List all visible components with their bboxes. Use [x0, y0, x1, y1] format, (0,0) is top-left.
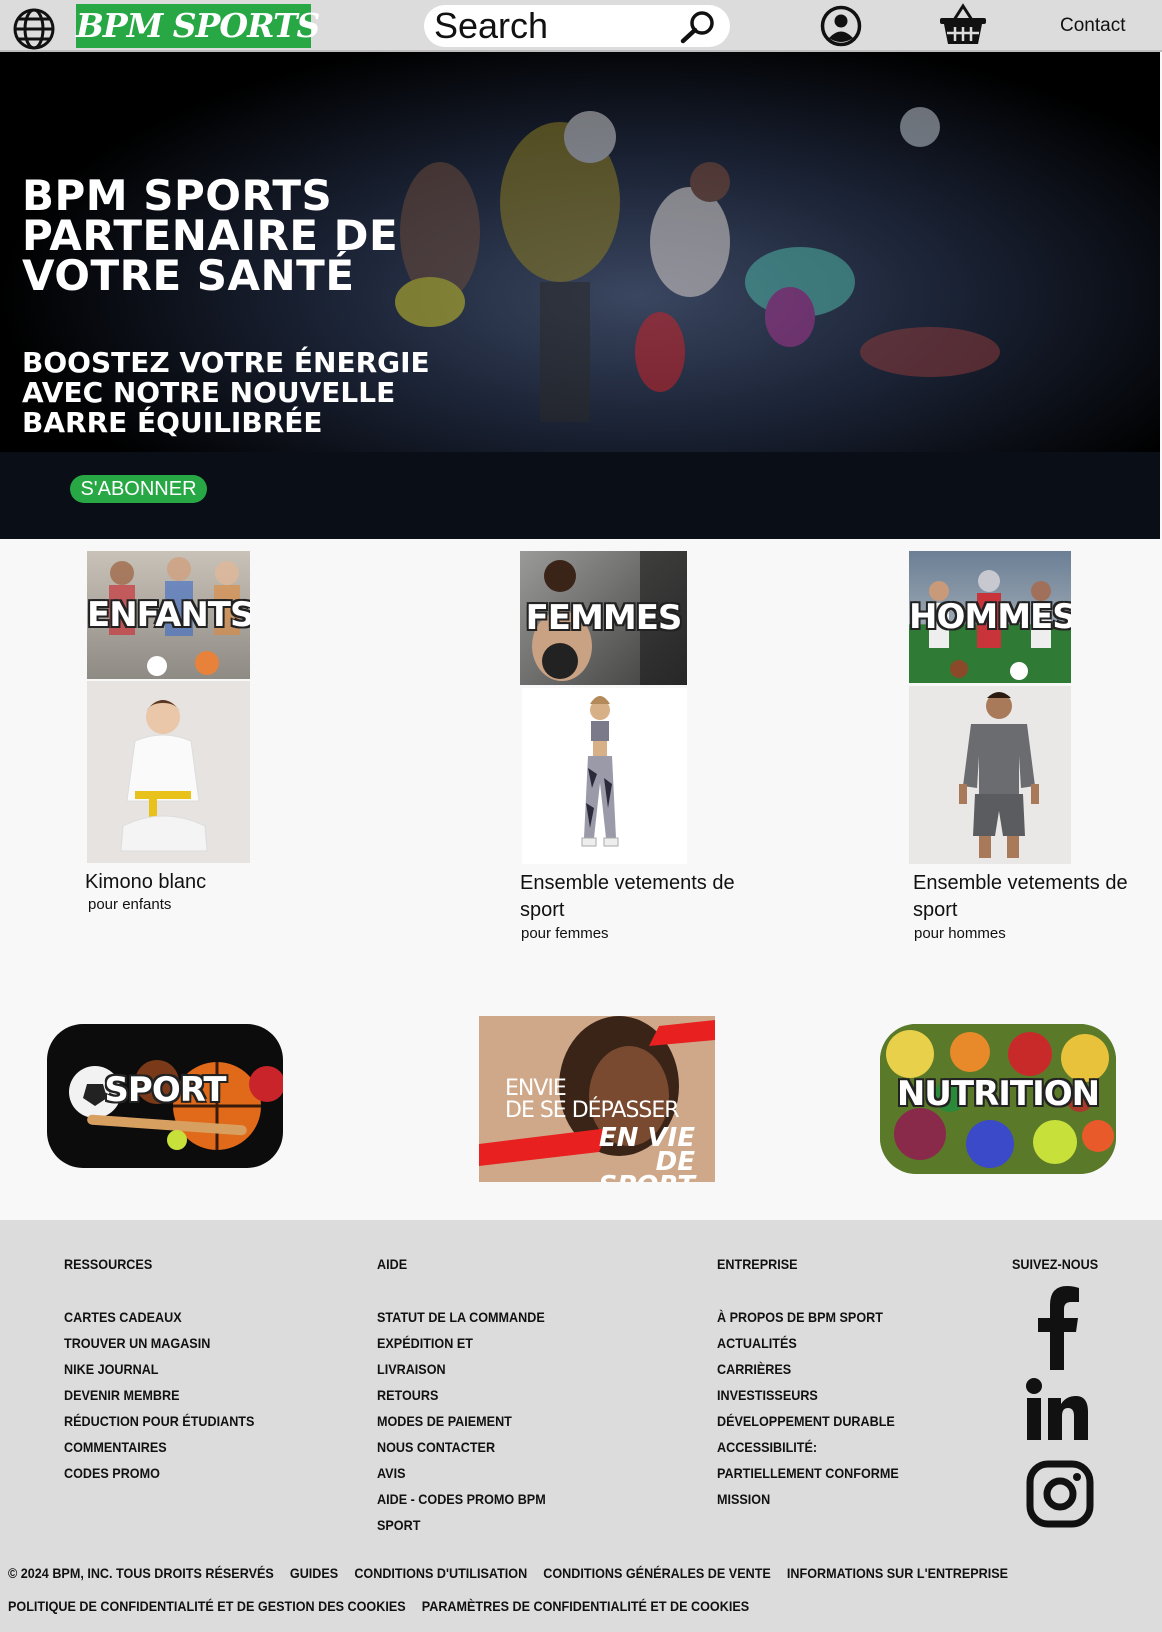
footer-heading-follow: SUIVEZ-NOUS — [1012, 1256, 1099, 1272]
contact-link[interactable]: Contact — [1060, 15, 1125, 37]
product-subtitle-femmes: pour femmes — [521, 925, 609, 942]
footer-heading-ressources: RESSOURCES — [64, 1256, 153, 1272]
footer-link[interactable]: EXPÉDITION ET — [377, 1330, 546, 1356]
legal-links-row-2: POLITIQUE DE CONFIDENTIALITÉ ET DE GESTI… — [8, 1598, 762, 1614]
search-bar — [424, 5, 730, 47]
envie-de-sport-logo: EN VIE DE SPORT — [598, 1123, 695, 1182]
sport-tile[interactable]: SPORT — [47, 1024, 283, 1168]
footer-link[interactable]: AIDE - CODES PROMO BPM — [377, 1486, 546, 1512]
category-hommes-banner[interactable]: HOMMES — [909, 551, 1071, 683]
footer-heading-entreprise: ENTREPRISE — [717, 1256, 798, 1272]
envie-de-sport-tile[interactable]: ENVIE DE SE DÉPASSER EN VIE DE SPORT — [479, 1016, 715, 1182]
footer-link[interactable]: MODES DE PAIEMENT — [377, 1408, 546, 1434]
legal-link[interactable]: CONDITIONS GÉNÉRALES DE VENTE — [543, 1565, 771, 1581]
legal-links-row-1: © 2024 BPM, INC. TOUS DROITS RÉSERVÉS GU… — [8, 1565, 1021, 1581]
product-subtitle-hommes: pour hommes — [914, 925, 1006, 942]
search-input[interactable] — [434, 5, 674, 47]
category-hommes-label: HOMMES — [909, 597, 1071, 637]
site-footer: RESSOURCES CARTES CADEAUX TROUVER UN MAG… — [0, 1220, 1162, 1632]
product-title-hommes[interactable]: Ensemble vetements de sport — [913, 870, 1162, 924]
kimono-child-photo — [120, 700, 208, 852]
footer-link[interactable]: ACCESSIBILITÉ: — [717, 1434, 899, 1460]
nutrition-tile-label: NUTRITION — [896, 1074, 1100, 1114]
footer-link[interactable]: STATUT DE LA COMMANDE — [377, 1304, 546, 1330]
globe-icon[interactable] — [12, 7, 56, 51]
legal-link[interactable]: POLITIQUE DE CONFIDENTIALITÉ ET DE GESTI… — [8, 1598, 406, 1614]
product-subtitle-kimono: pour enfants — [88, 896, 172, 913]
product-title-kimono[interactable]: Kimono blanc — [85, 869, 206, 896]
footer-link[interactable]: DÉVELOPPEMENT DURABLE — [717, 1408, 899, 1434]
footer-heading-aide: AIDE — [377, 1256, 408, 1272]
copyright-text: © 2024 BPM, INC. TOUS DROITS RÉSERVÉS — [8, 1565, 274, 1581]
men-outfit-product-image[interactable] — [909, 686, 1071, 864]
footer-link[interactable]: MISSION — [717, 1486, 899, 1512]
legal-link[interactable]: GUIDES — [290, 1565, 338, 1581]
footer-link[interactable]: DEVENIR MEMBRE — [64, 1382, 254, 1408]
legal-link[interactable]: INFORMATIONS SUR L'ENTREPRISE — [787, 1565, 1008, 1581]
footer-link[interactable]: CARTES CADEAUX — [64, 1304, 254, 1330]
category-enfants-label: ENFANTS — [87, 595, 250, 635]
hero-banner: BPM SPORTS PARTENAIRE DE VOTRE SANTÉ BOO… — [0, 52, 1160, 539]
footer-link[interactable]: SPORT — [377, 1512, 546, 1538]
women-outfit-product-image[interactable] — [522, 688, 687, 864]
envie-tile-headline: ENVIE DE SE DÉPASSER — [505, 1076, 680, 1123]
footer-link[interactable]: TROUVER UN MAGASIN — [64, 1330, 254, 1356]
footer-link[interactable]: NOUS CONTACTER — [377, 1434, 546, 1460]
footer-link[interactable]: RETOURS — [377, 1382, 546, 1408]
instagram-icon[interactable] — [1026, 1460, 1094, 1528]
linkedin-icon[interactable] — [1026, 1378, 1090, 1440]
shopping-basket-icon[interactable] — [938, 2, 988, 46]
brand-logo[interactable]: BPM SPORTS — [76, 4, 320, 48]
footer-link[interactable]: RÉDUCTION POUR ÉTUDIANTS — [64, 1408, 254, 1434]
category-enfants-banner[interactable]: ENFANTS — [87, 551, 250, 679]
footer-link[interactable]: AVIS — [377, 1460, 546, 1486]
footer-link[interactable]: NIKE JOURNAL — [64, 1356, 254, 1382]
category-femmes-banner[interactable]: FEMMES — [520, 551, 687, 685]
nutrition-tile[interactable]: NUTRITION — [880, 1024, 1116, 1174]
woman-sportswear-photo — [581, 696, 619, 847]
footer-link[interactable]: CARRIÈRES — [717, 1356, 899, 1382]
top-nav: BPM SPORTS Contact — [0, 0, 1162, 52]
hero-title: BPM SPORTS PARTENAIRE DE VOTRE SANTÉ — [22, 171, 399, 300]
footer-link[interactable]: CODES PROMO — [64, 1460, 254, 1486]
footer-link[interactable]: LIVRAISON — [377, 1356, 546, 1382]
legal-link[interactable]: PARAMÈTRES DE CONFIDENTIALITÉ ET DE COOK… — [422, 1598, 749, 1614]
product-title-femmes[interactable]: Ensemble vetements de sport — [520, 870, 770, 924]
kimono-product-image[interactable] — [87, 681, 250, 863]
footer-link[interactable]: PARTIELLEMENT CONFORME — [717, 1460, 899, 1486]
category-femmes-label: FEMMES — [525, 598, 683, 638]
hero-subtitle: BOOSTEZ VOTRE ÉNERGIE AVEC NOTRE NOUVELL… — [22, 346, 430, 439]
footer-link[interactable]: COMMENTAIRES — [64, 1434, 254, 1460]
footer-column-entreprise: ENTREPRISE À PROPOS DE BPM SPORT ACTUALI… — [717, 1256, 899, 1512]
subscribe-button[interactable]: S'ABONNER — [70, 475, 207, 503]
footer-link[interactable]: À PROPOS DE BPM SPORT — [717, 1304, 899, 1330]
man-sportswear-photo — [959, 692, 1039, 858]
footer-link[interactable]: ACTUALITÉS — [717, 1330, 899, 1356]
footer-link[interactable]: INVESTISSEURS — [717, 1382, 899, 1408]
search-icon[interactable] — [678, 9, 718, 45]
user-account-icon[interactable] — [820, 5, 862, 47]
sport-tile-label: SPORT — [104, 1070, 226, 1110]
footer-column-aide: AIDE STATUT DE LA COMMANDE EXPÉDITION ET… — [377, 1256, 546, 1538]
facebook-icon[interactable] — [1034, 1284, 1082, 1370]
footer-column-ressources: RESSOURCES CARTES CADEAUX TROUVER UN MAG… — [64, 1256, 254, 1486]
legal-link[interactable]: CONDITIONS D'UTILISATION — [354, 1565, 527, 1581]
